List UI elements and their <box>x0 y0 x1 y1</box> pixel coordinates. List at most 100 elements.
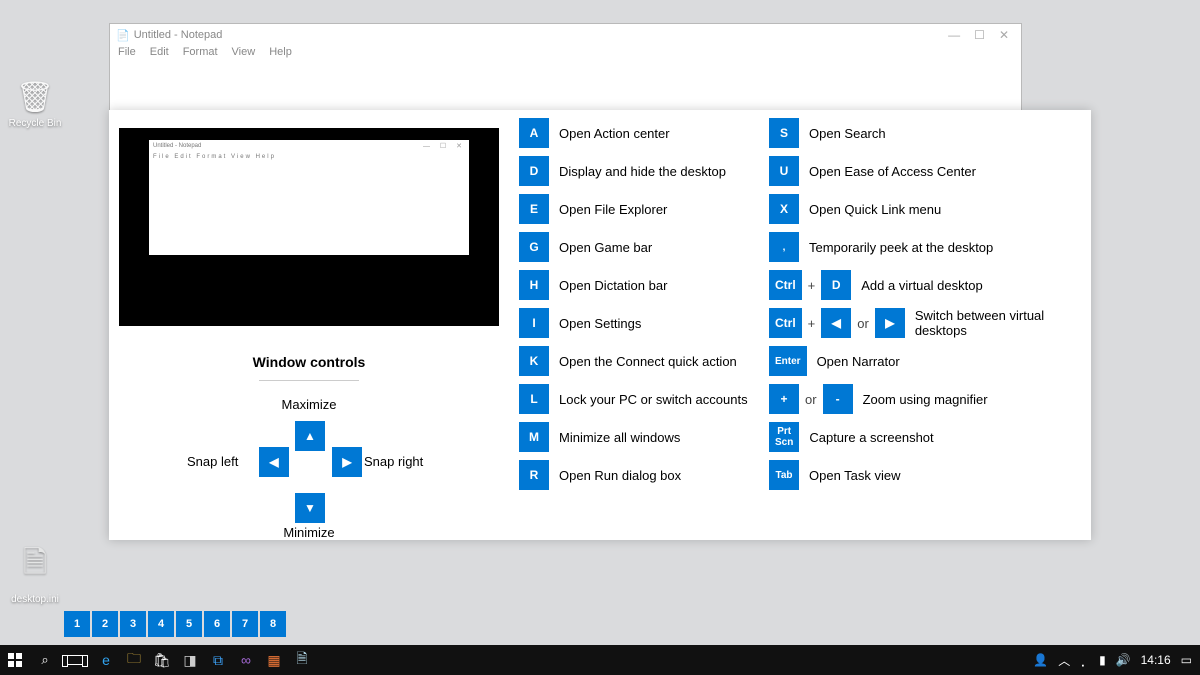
key-badge: D <box>519 156 549 186</box>
clock[interactable]: 14:16 <box>1141 653 1171 667</box>
search-button[interactable]: ⌕ <box>30 645 60 675</box>
shortcut-row: Tab Open Task view <box>769 460 1089 490</box>
arrow-down-key: ▼ <box>295 493 325 523</box>
shortcut-row: KOpen the Connect quick action <box>519 346 759 376</box>
minimize-button[interactable]: — <box>948 28 960 42</box>
chevron-up-icon[interactable]: ︿ <box>1058 652 1070 669</box>
divider <box>259 380 359 381</box>
desktop-icon-label: Recycle Bin <box>9 118 62 129</box>
taskbar-hint: 8 <box>260 611 286 637</box>
menu-file[interactable]: File <box>118 46 136 64</box>
label-snap-left: Snap left <box>187 454 238 469</box>
taskbar-app-vscode[interactable]: ⧉ <box>204 646 232 674</box>
arrow-right-key: ▶ <box>875 308 905 338</box>
key-badge: X <box>769 194 799 224</box>
taskbar-app-powertoys[interactable]: ▦ <box>260 646 288 674</box>
shortcut-row: + or - Zoom using magnifier <box>769 384 1089 414</box>
key-badge: D <box>821 270 851 300</box>
volume-icon[interactable]: 🔊 <box>1116 653 1131 667</box>
shortcut-desc: Minimize all windows <box>559 430 680 445</box>
shortcut-desc: Open Ease of Access Center <box>809 164 976 179</box>
shortcut-row: DDisplay and hide the desktop <box>519 156 759 186</box>
shortcut-desc: Open Dictation bar <box>559 278 667 293</box>
shortcut-column-1: A Open Action center DDisplay and hide th… <box>519 118 759 490</box>
or-label: or <box>805 392 817 407</box>
desktop-icon-recycle-bin[interactable]: 🗑 Recycle Bin <box>5 80 65 129</box>
task-view-button[interactable] <box>60 645 90 675</box>
label-snap-right: Snap right <box>364 454 423 469</box>
battery-icon[interactable]: ▮ <box>1099 653 1106 667</box>
shortcut-desc: Open Action center <box>559 126 670 141</box>
shortcut-row: S Open Search <box>769 118 1089 148</box>
start-button[interactable] <box>0 645 30 675</box>
shortcut-row: X Open Quick Link menu <box>769 194 1089 224</box>
taskbar-app-terminal[interactable]: ◨ <box>176 646 204 674</box>
key-badge: Tab <box>769 460 799 490</box>
shortcut-row: IOpen Settings <box>519 308 759 338</box>
shortcut-row: M Minimize all windows <box>519 422 759 452</box>
taskbar-hint: 2 <box>92 611 118 637</box>
taskbar-app-notepad[interactable]: 🗎 <box>288 646 316 674</box>
taskbar-app-vs[interactable]: ∞ <box>232 646 260 674</box>
menu-format[interactable]: Format <box>183 46 218 64</box>
key-badge: A <box>519 118 549 148</box>
shortcut-desc: Open Run dialog box <box>559 468 681 483</box>
shortcut-row: ,Temporarily peek at the desktop <box>769 232 1089 262</box>
taskbar-hint: 5 <box>176 611 202 637</box>
shortcut-row: LLock your PC or switch accounts <box>519 384 759 414</box>
window-controls-title: Window controls <box>119 354 499 370</box>
shortcut-row: Prt Scn Capture a screenshot <box>769 422 1089 452</box>
shortcut-desc: Add a virtual desktop <box>861 278 982 293</box>
shortcut-guide-overlay: Untitled - Notepad File Edit Format View… <box>109 110 1091 540</box>
close-button[interactable]: ✕ <box>999 28 1009 42</box>
key-badge: - <box>823 384 853 414</box>
arrow-right-key: ▶ <box>332 447 362 477</box>
key-badge: K <box>519 346 549 376</box>
key-badge: Ctrl <box>769 308 802 338</box>
task-view-icon <box>67 655 83 665</box>
shortcut-row: R Open Run dialog box <box>519 460 759 490</box>
preview-menu: File Edit Format View Help <box>153 154 276 160</box>
preview-window-buttons: — ☐ ✕ <box>423 142 466 150</box>
notifications-icon[interactable]: ▭ <box>1181 653 1192 667</box>
arrow-left-key: ◀ <box>821 308 851 338</box>
menu-edit[interactable]: Edit <box>150 46 169 64</box>
label-maximize: Maximize <box>119 397 499 412</box>
shortcut-desc: Open Quick Link menu <box>809 202 941 217</box>
taskbar-app-edge[interactable]: e <box>92 646 120 674</box>
key-badge: Ctrl <box>769 270 802 300</box>
shortcut-desc: Open Settings <box>559 316 641 331</box>
taskbar-app-explorer[interactable]: 🗀 <box>120 646 148 674</box>
people-icon[interactable]: 👤 <box>1033 653 1048 667</box>
key-badge: R <box>519 460 549 490</box>
shortcut-desc: Open File Explorer <box>559 202 667 217</box>
shortcut-desc: Capture a screenshot <box>809 430 933 445</box>
key-badge: L <box>519 384 549 414</box>
arrow-left-key: ◀ <box>259 447 289 477</box>
taskbar-app-store[interactable]: 🛍 <box>148 646 176 674</box>
menu-view[interactable]: View <box>232 46 256 64</box>
menu-help[interactable]: Help <box>269 46 292 64</box>
shortcut-row: HOpen Dictation bar <box>519 270 759 300</box>
desktop-icon-label: desktop.ini <box>11 594 59 605</box>
shortcut-row: GOpen Game bar <box>519 232 759 262</box>
key-badge: M <box>519 422 549 452</box>
maximize-button[interactable]: ☐ <box>974 28 985 42</box>
shortcut-row: Ctrl + D Add a virtual desktop <box>769 270 1089 300</box>
key-badge: S <box>769 118 799 148</box>
key-badge: , <box>769 232 799 262</box>
shortcut-desc: Zoom using magnifier <box>863 392 988 407</box>
shortcut-desc: Open Search <box>809 126 886 141</box>
key-badge: Prt Scn <box>769 422 799 452</box>
shortcut-row: E Open File Explorer <box>519 194 759 224</box>
shortcut-row: EnterOpen Narrator <box>769 346 1089 376</box>
desktop-icon-desktop-ini[interactable]: 🗎 desktop.ini <box>5 540 65 605</box>
shortcut-row: A Open Action center <box>519 118 759 148</box>
taskbar: ⌕ e 🗀 🛍 ◨ ⧉ ∞ ▦ 🗎 👤 ︿ ⡀ ▮ 🔊 14:16 ▭ <box>0 645 1200 675</box>
key-badge: E <box>519 194 549 224</box>
shortcut-desc: Open Game bar <box>559 240 652 255</box>
shortcut-desc: Open Task view <box>809 468 901 483</box>
windows-logo-icon <box>8 653 22 667</box>
wifi-icon[interactable]: ⡀ <box>1080 653 1089 667</box>
shortcut-desc: Open Narrator <box>817 354 900 369</box>
